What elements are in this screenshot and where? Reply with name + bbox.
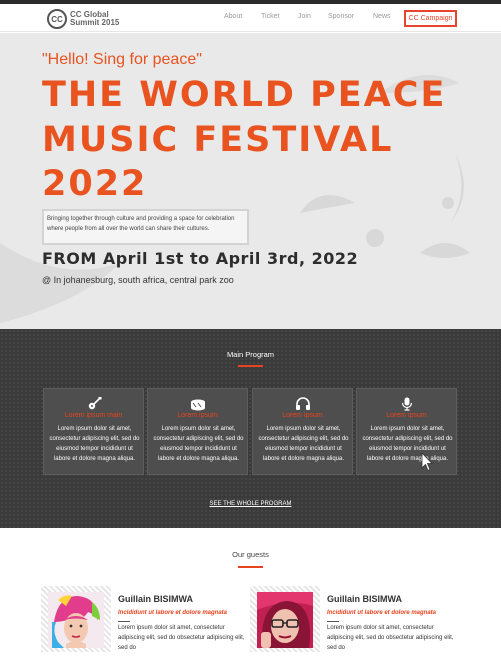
hero-title-line-1: THE WORLD PEACE xyxy=(42,75,447,115)
logo-mark: CC xyxy=(47,9,67,29)
guest-bio: Lorem ipsum dolor sit amet, consectetur … xyxy=(118,625,245,651)
logo[interactable]: CC CC Global Summit 2015 xyxy=(47,9,119,29)
cc-campaign-button[interactable]: CC Campaign xyxy=(404,10,457,27)
main-program-section: Main Program Lorem ipsum main Lorem ipsu… xyxy=(0,329,501,528)
program-card-text: Lorem ipsum dolor sit amet, consectetur … xyxy=(49,426,140,462)
hero-title-line-3: 2022 xyxy=(42,164,148,204)
guest-divider xyxy=(327,621,339,622)
guest-photo[interactable] xyxy=(48,592,104,648)
nav-ticket[interactable]: Ticket xyxy=(261,13,279,20)
hero-hello: "Hello! Sing for peace" xyxy=(42,51,202,68)
drum-icon xyxy=(148,397,247,411)
guest-role: Incididunt ut labore et dolore magnata xyxy=(327,610,437,616)
program-title: Main Program xyxy=(226,350,275,359)
guests-section: Our guests Guillain BISIMWA Incididunt u… xyxy=(0,528,501,659)
guest-bio: Lorem ipsum dolor sit amet, consectetur … xyxy=(327,625,454,651)
program-card-text: Lorem ipsum dolor sit amet, consectetur … xyxy=(258,426,349,462)
logo-line-2: Summit 2015 xyxy=(70,18,120,27)
program-card-title: Lorem ipsum main xyxy=(64,412,123,419)
guest-role: Incididunt ut labore et dolore magnata xyxy=(118,610,228,616)
guest-divider xyxy=(118,621,130,622)
microphone-icon xyxy=(357,397,456,411)
guest-name[interactable]: Guillain BISIMWA xyxy=(118,594,193,604)
program-card[interactable]: Lorem ipsum Lorem ipsum dolor sit amet, … xyxy=(147,388,248,475)
hero-title-line-2: MUSIC FESTIVAL xyxy=(42,120,394,160)
see-whole-program-link[interactable]: SEE THE WHOLE PROGRAM xyxy=(0,501,501,507)
hero-dates: FROM April 1st to April 3rd, 2022 xyxy=(42,249,359,268)
program-card-text: Lorem ipsum dolor sit amet, consectetur … xyxy=(153,426,244,462)
program-card-title: Lorem ipsum xyxy=(177,412,218,419)
program-title-underline xyxy=(238,365,263,367)
nav-join[interactable]: Join xyxy=(298,13,311,20)
hero-place: @ In johanesburg, south africa, central … xyxy=(42,275,234,285)
program-card-text: Lorem ipsum dolor sit amet, consectetur … xyxy=(362,426,453,462)
guitar-icon xyxy=(44,397,143,411)
hero-tagline: Bringing together through culture and pr… xyxy=(42,209,249,245)
navbar: CC CC Global Summit 2015 About Ticket Jo… xyxy=(0,4,501,32)
program-card[interactable]: Lorem ipsum Lorem ipsum dolor sit amet, … xyxy=(356,388,457,475)
program-card-title: Lorem ipsum xyxy=(282,412,323,419)
logo-text: CC Global Summit 2015 xyxy=(70,11,119,27)
headphones-icon xyxy=(253,397,352,411)
guest-photo[interactable] xyxy=(257,592,313,648)
nav-about[interactable]: About xyxy=(224,13,242,20)
program-card[interactable]: Lorem ipsum Lorem ipsum dolor sit amet, … xyxy=(252,388,353,475)
guests-title-underline xyxy=(238,566,263,568)
program-card[interactable]: Lorem ipsum main Lorem ipsum dolor sit a… xyxy=(43,388,144,475)
hero-section: "Hello! Sing for peace" THE WORLD PEACE … xyxy=(0,33,501,329)
guests-title: Our guests xyxy=(232,550,269,559)
guest-name[interactable]: Guillain BISIMWA xyxy=(327,594,402,604)
program-card-title: Lorem ipsum xyxy=(386,412,427,419)
mouse-cursor-icon xyxy=(421,452,433,472)
nav-news[interactable]: News xyxy=(373,13,391,20)
nav-sponsor[interactable]: Sponsor xyxy=(328,13,354,20)
